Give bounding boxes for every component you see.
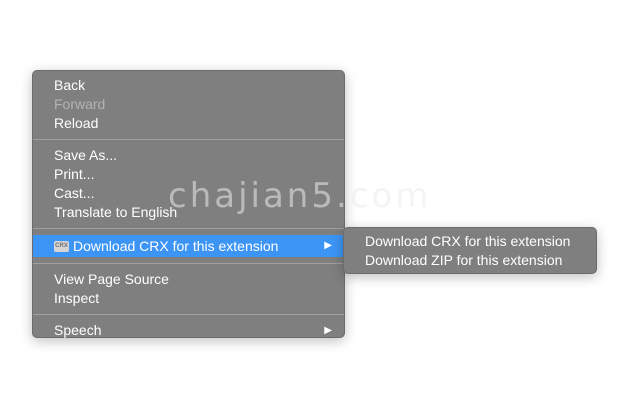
menu-item-view-source[interactable]: View Page Source [33,270,344,289]
crx-extension-icon: CRX [54,240,69,252]
menu-item-speech[interactable]: Speech ▶ [33,321,344,340]
submenu-arrow-icon: ▶ [324,240,332,251]
menu-separator [33,139,344,140]
menu-item-reload[interactable]: Reload [33,114,344,133]
menu-item-download-crx-label: Download CRX for this extension [73,238,279,254]
submenu-arrow-icon: ▶ [324,325,332,336]
menu-item-inspect[interactable]: Inspect [33,289,344,308]
menu-item-back[interactable]: Back [33,76,344,95]
menu-separator [33,263,344,264]
menu-item-speech-label: Speech [54,322,102,338]
submenu-item-download-zip[interactable]: Download ZIP for this extension [344,251,596,270]
menu-item-download-crx[interactable]: CRX Download CRX for this extension ▶ [33,235,344,257]
submenu-item-download-crx[interactable]: Download CRX for this extension [344,232,596,251]
page: Back Forward Reload Save As... Print... … [0,0,640,400]
menu-item-save-as[interactable]: Save As... [33,146,344,165]
watermark: chajian5.com [168,176,432,216]
menu-separator [33,228,344,229]
menu-separator [33,314,344,315]
menu-item-forward: Forward [54,96,106,112]
download-submenu: Download CRX for this extension Download… [343,227,597,274]
